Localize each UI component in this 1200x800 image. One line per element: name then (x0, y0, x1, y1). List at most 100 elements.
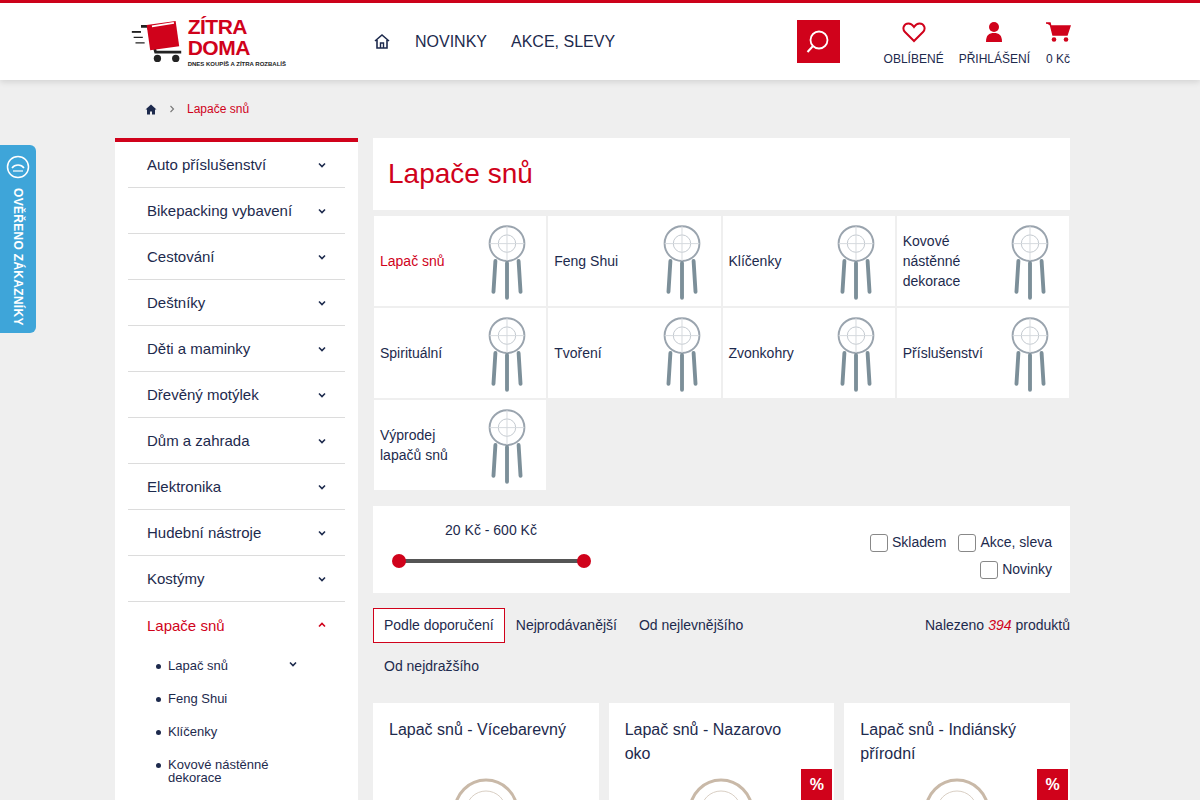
sidebar-subitem[interactable]: Kovové nástěnné dekorace (156, 749, 327, 793)
category-tile[interactable]: Výprodej lapačů snů (374, 400, 546, 490)
product-title[interactable]: Lapač snů - Indiánský přírodní (860, 718, 1054, 766)
category-image (1001, 314, 1059, 392)
logo[interactable]: ZÍTRA DOMADNES KOUPÍŠ A ZÍTRA ROZBALÍŠ (130, 16, 303, 67)
price-min-handle[interactable] (392, 554, 406, 568)
nav-link[interactable]: NOVINKY (415, 30, 487, 54)
chevron-down-icon (317, 298, 327, 308)
category-label: Lapač snů (380, 251, 445, 271)
price-filter: 20 Kč - 600 Kč (391, 520, 591, 563)
category-tile[interactable]: Spirituální (374, 308, 546, 398)
sidebar-subitems: Lapač snůFeng ShuiKlíčenkyKovové nástěnn… (128, 648, 345, 793)
category-label: Kovové nástěnné dekorace (903, 231, 983, 291)
checkbox[interactable] (958, 534, 976, 552)
sidebar-subitem[interactable]: Feng Shui (156, 683, 327, 716)
sale-badge: % (801, 769, 832, 800)
price-max-handle[interactable] (577, 554, 591, 568)
sidebar-item[interactable]: Lapače snů (128, 602, 345, 648)
category-label: Zvonkohry (729, 343, 794, 363)
breadcrumb-home[interactable] (145, 104, 157, 115)
category-grid: Lapač snů Feng Shui KlíčenkyKovové nástěnn… (373, 216, 1070, 490)
category-tile[interactable]: Klíčenky (723, 216, 895, 306)
search-button[interactable] (797, 20, 840, 63)
logo-text: ZÍTRA DOMADNES KOUPÍŠ A ZÍTRA ROZBALÍŠ (188, 16, 303, 67)
checkbox-filter[interactable]: Skladem (870, 532, 946, 553)
result-count-number: 394 (988, 615, 1011, 636)
checkbox-filter[interactable]: Novinky (980, 559, 1052, 580)
page-title: Lapače snů (388, 153, 533, 195)
product-card[interactable]: Lapač snů - Nazarovo oko% (609, 703, 835, 800)
main-nav: NOVINKY AKCE, SLEVY (373, 30, 615, 54)
product-title[interactable]: Lapač snů - Nazarovo oko (625, 718, 819, 766)
sidebar-item[interactable]: Elektronika (128, 464, 345, 510)
product-title[interactable]: Lapač snů - Vícebarevný (389, 718, 583, 766)
category-tile[interactable]: Kovové nástěnné dekorace (897, 216, 1069, 306)
category-label: Tvoření (554, 343, 601, 363)
sidebar-item[interactable]: Dřevěný motýlek (128, 372, 345, 418)
product-grid: Lapač snů - Vícebarevný Lapač snů - Nazar… (373, 703, 1070, 800)
sale-badges: % (1037, 769, 1068, 800)
category-tile[interactable]: Příslušenství (897, 308, 1069, 398)
price-slider-track[interactable] (399, 559, 584, 563)
category-tile[interactable]: Tvoření (548, 308, 720, 398)
heart-icon (902, 21, 926, 43)
category-tile[interactable]: Lapač snů (374, 216, 546, 306)
category-label: Feng Shui (554, 251, 618, 271)
category-tile[interactable]: Zvonkohry (723, 308, 895, 398)
cart-link[interactable]: 0 Kč (1045, 21, 1071, 68)
sidebar: Auto příslušenstvíBikepacking vybavení Ce… (115, 138, 358, 800)
checkbox-label: Novinky (1002, 559, 1052, 580)
category-image (653, 314, 711, 392)
category-image (1001, 222, 1059, 300)
sidebar-item-label: Hudební nástroje (147, 525, 261, 540)
search-icon (805, 29, 831, 55)
sort-option[interactable]: Nejprodávanější (505, 608, 628, 643)
login-link[interactable]: PŘIHLÁŠENÍ (959, 21, 1030, 68)
checkbox-filters: Skladem Akce, sleva Novinky (852, 520, 1052, 580)
home-link[interactable] (373, 33, 391, 50)
favorites-link[interactable]: OBLÍBENÉ (884, 21, 944, 68)
checkbox[interactable] (980, 561, 998, 579)
sidebar-item[interactable]: Bikepacking vybavení (128, 188, 345, 234)
sort-bar: Podle doporučeníNejprodávanějšíOd nejlev… (373, 608, 1070, 684)
sort-option[interactable]: Od nejlevnějšího (628, 608, 754, 643)
sidebar-item[interactable]: Děti a maminky (128, 326, 345, 372)
chevron-down-icon (317, 390, 327, 400)
sidebar-subitem[interactable]: Klíčenky (156, 716, 327, 749)
checkbox[interactable] (870, 534, 888, 552)
chevron-down-icon (317, 528, 327, 538)
category-tile[interactable]: Feng Shui (548, 216, 720, 306)
sidebar-item[interactable]: Kostýmy (128, 556, 345, 602)
sidebar-item-label: Cestování (147, 249, 215, 264)
chevron-up-icon (317, 620, 327, 630)
sidebar-item[interactable]: Cestování (128, 234, 345, 280)
filter-box: 20 Kč - 600 Kč Skladem Akce, sleva Novinky (373, 506, 1070, 593)
product-card[interactable]: Lapač snů - Indiánský přírodní% (844, 703, 1070, 800)
sort-option[interactable]: Od nejdražšího (373, 649, 490, 684)
breadcrumb-separator-icon (169, 105, 175, 113)
result-count: Nalezeno394produktů (925, 608, 1070, 636)
breadcrumb: Lapače snů (115, 80, 1070, 138)
header-action-label: OBLÍBENÉ (884, 50, 944, 68)
chevron-down-icon (317, 482, 327, 492)
chevron-down-icon (317, 436, 327, 446)
sidebar-item-label: Kostýmy (147, 571, 205, 586)
result-count-prefix: Nalezeno (925, 615, 984, 636)
header-action-label: 0 Kč (1046, 50, 1070, 68)
sidebar-item[interactable]: Deštníky (128, 280, 345, 326)
nav-link[interactable]: AKCE, SLEVY (511, 30, 615, 54)
sidebar-item-label: Děti a maminky (147, 341, 250, 356)
sidebar-subitem[interactable]: Lapač snů (156, 650, 327, 683)
product-image (625, 776, 819, 800)
checkbox-filter[interactable]: Akce, sleva (958, 532, 1052, 553)
breadcrumb-current[interactable]: Lapače snů (187, 100, 249, 118)
trust-badge[interactable]: OVĚŘENO ZÁKAZNÍKY (0, 145, 36, 333)
category-image (478, 406, 536, 484)
home-icon (145, 104, 157, 115)
sort-option[interactable]: Podle doporučení (373, 608, 505, 643)
sidebar-item[interactable]: Auto příslušenství (128, 142, 345, 188)
product-card[interactable]: Lapač snů - Vícebarevný (373, 703, 599, 800)
product-photo (922, 776, 992, 800)
sidebar-item[interactable]: Hudební nástroje (128, 510, 345, 556)
sidebar-item[interactable]: Dům a zahrada (128, 418, 345, 464)
sidebar-item-label: Dřevěný motýlek (147, 387, 259, 402)
